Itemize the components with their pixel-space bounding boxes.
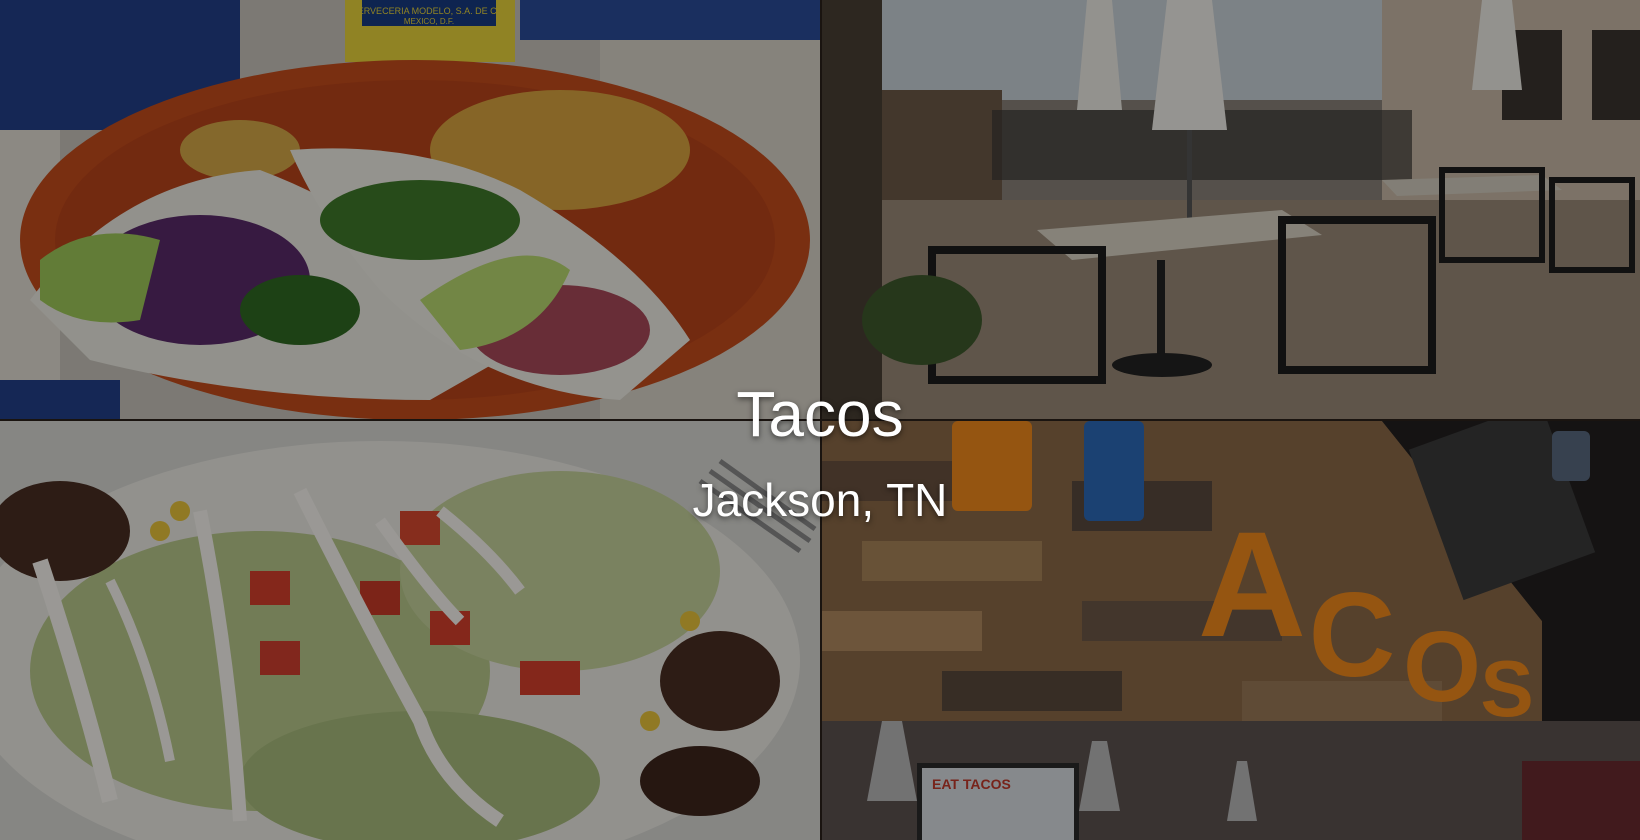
- bottle-label-line2: MEXICO, D.F.: [404, 17, 454, 26]
- photo-collage: CERVECERIA MODELO, S.A. DE C.V. MEXICO, …: [0, 0, 1640, 840]
- sign-letter-c: C: [1309, 568, 1396, 702]
- bottle-label-line1: CERVECERIA MODELO, S.A. DE C.V.: [351, 6, 507, 16]
- sign-letter-o: O: [1403, 611, 1481, 723]
- tile-patio: [822, 0, 1640, 419]
- patio-photo: [822, 0, 1640, 419]
- tv-screen-text: EAT TACOS: [932, 776, 1011, 792]
- sign-letter-s: S: [1480, 644, 1533, 733]
- tile-fish-tacos: CERVECERIA MODELO, S.A. DE C.V. MEXICO, …: [0, 0, 820, 419]
- overlay-subtitle: Jackson, TN: [692, 474, 948, 526]
- fish-tacos-photo: CERVECERIA MODELO, S.A. DE C.V. MEXICO, …: [0, 0, 820, 419]
- overlay-title: Tacos: [736, 378, 904, 450]
